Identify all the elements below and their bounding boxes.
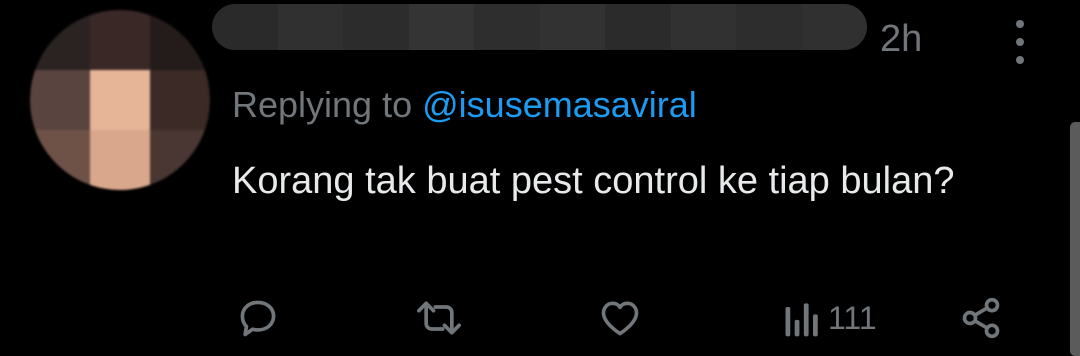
views-count: 111 (828, 299, 877, 336)
tweet-text: Korang tak buat pest control ke tiap bul… (232, 160, 955, 202)
replying-handle-link[interactable]: @isusemasaviral (422, 84, 697, 125)
share-button[interactable] (958, 296, 1004, 340)
like-button[interactable] (597, 296, 643, 340)
share-icon (962, 297, 1000, 339)
replying-prefix: Replying to (232, 84, 413, 125)
timestamp[interactable]: 2h (880, 18, 922, 61)
scrollbar[interactable] (1070, 122, 1080, 356)
views-button[interactable]: 111 (782, 296, 877, 340)
bar-chart-icon (785, 303, 818, 337)
replying-to: Replying to @isusemasaviral (232, 84, 697, 126)
avatar[interactable] (30, 10, 210, 190)
heart-icon (601, 301, 639, 336)
retweet-icon (417, 301, 461, 335)
author-name-redacted[interactable] (212, 4, 867, 50)
more-vertical-icon[interactable] (1002, 20, 1038, 64)
comment-bubble-icon (240, 300, 276, 337)
reply-button[interactable] (236, 296, 280, 340)
retweet-button[interactable] (414, 296, 464, 340)
